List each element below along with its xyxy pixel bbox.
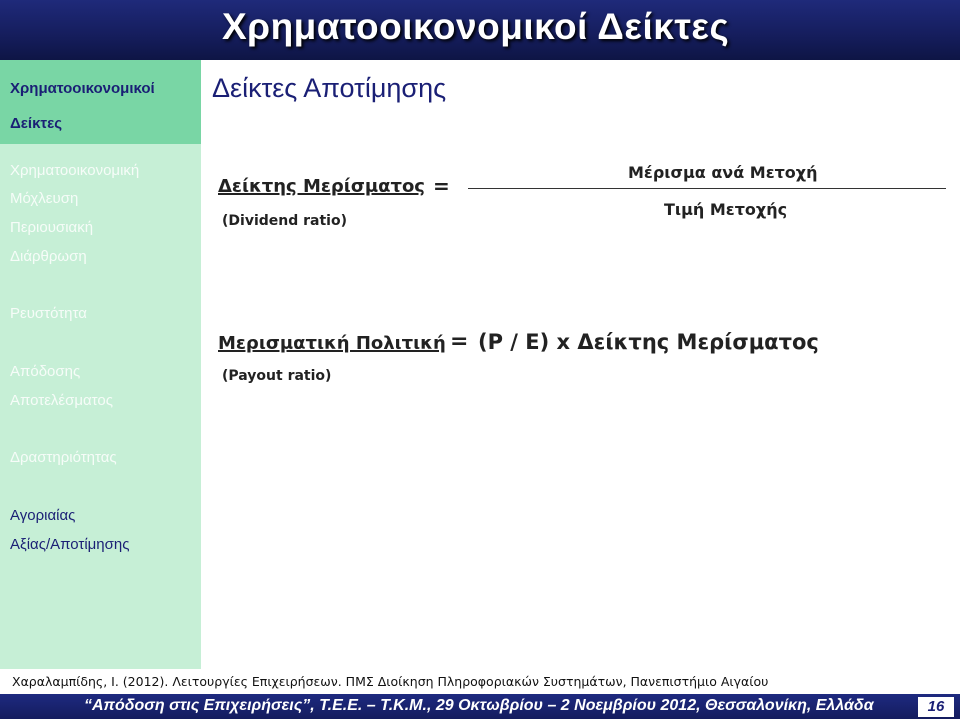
page-title: Χρηματοοικονομικοί Δείκτες [222,6,730,47]
sidebar-item-financial-ratios-2[interactable]: Δείκτες [10,109,62,138]
sidebar-item-financial-leverage[interactable]: Χρηματοοικονομική [10,156,139,185]
sidebar-item-structure[interactable]: Διάρθρωση [10,242,87,271]
footer-text: “Απόδοση στις Επιχειρήσεις”, Τ.Ε.Ε. – Τ.… [84,697,874,714]
sidebar-item-activity[interactable]: Δραστηριότητας [10,443,117,472]
payout-ratio-english: (Payout ratio) [222,368,332,384]
dividend-ratio-label: Δείκτης Μερίσματος [218,176,425,197]
sidebar-item-market[interactable]: Αγοριαίας [10,501,75,530]
sidebar-item-liquidity[interactable]: Ρευστότητα [10,299,87,328]
equals-sign-2: = [450,329,469,354]
section-title: Δείκτες Αποτίμησης [212,73,447,103]
fraction-line [468,188,946,189]
equals-sign: = [433,174,450,198]
payout-expression: (P / E) x Δείκτης Μερίσματος [478,330,819,354]
fraction-numerator: Μέρισμα ανά Μετοχή [628,163,818,182]
reference-citation: Χαραλαμπίδης, Ι. (2012). Λειτουργίες Επι… [12,674,769,689]
sidebar-item-valuation[interactable]: Αξίας/Αποτίμησης [10,530,129,559]
sidebar-item-asset[interactable]: Περιουσιακή [10,213,93,242]
sidebar-item-financial-ratios[interactable]: Χρηματοοικονομικοί [10,74,155,103]
fraction-denominator: Τιμή Μετοχής [664,200,788,219]
dividend-ratio-english: (Dividend ratio) [222,213,347,229]
sidebar-item-leverage[interactable]: Μόχλευση [10,184,78,213]
sidebar-item-result[interactable]: Αποτελέσματος [10,386,113,415]
payout-policy-label: Μερισματική Πολιτική [218,333,446,354]
sidebar-item-performance[interactable]: Απόδοσης [10,357,80,386]
page-number: 16 [918,697,954,717]
footer-bar: “Απόδοση στις Επιχειρήσεις”, Τ.Ε.Ε. – Τ.… [0,694,960,719]
